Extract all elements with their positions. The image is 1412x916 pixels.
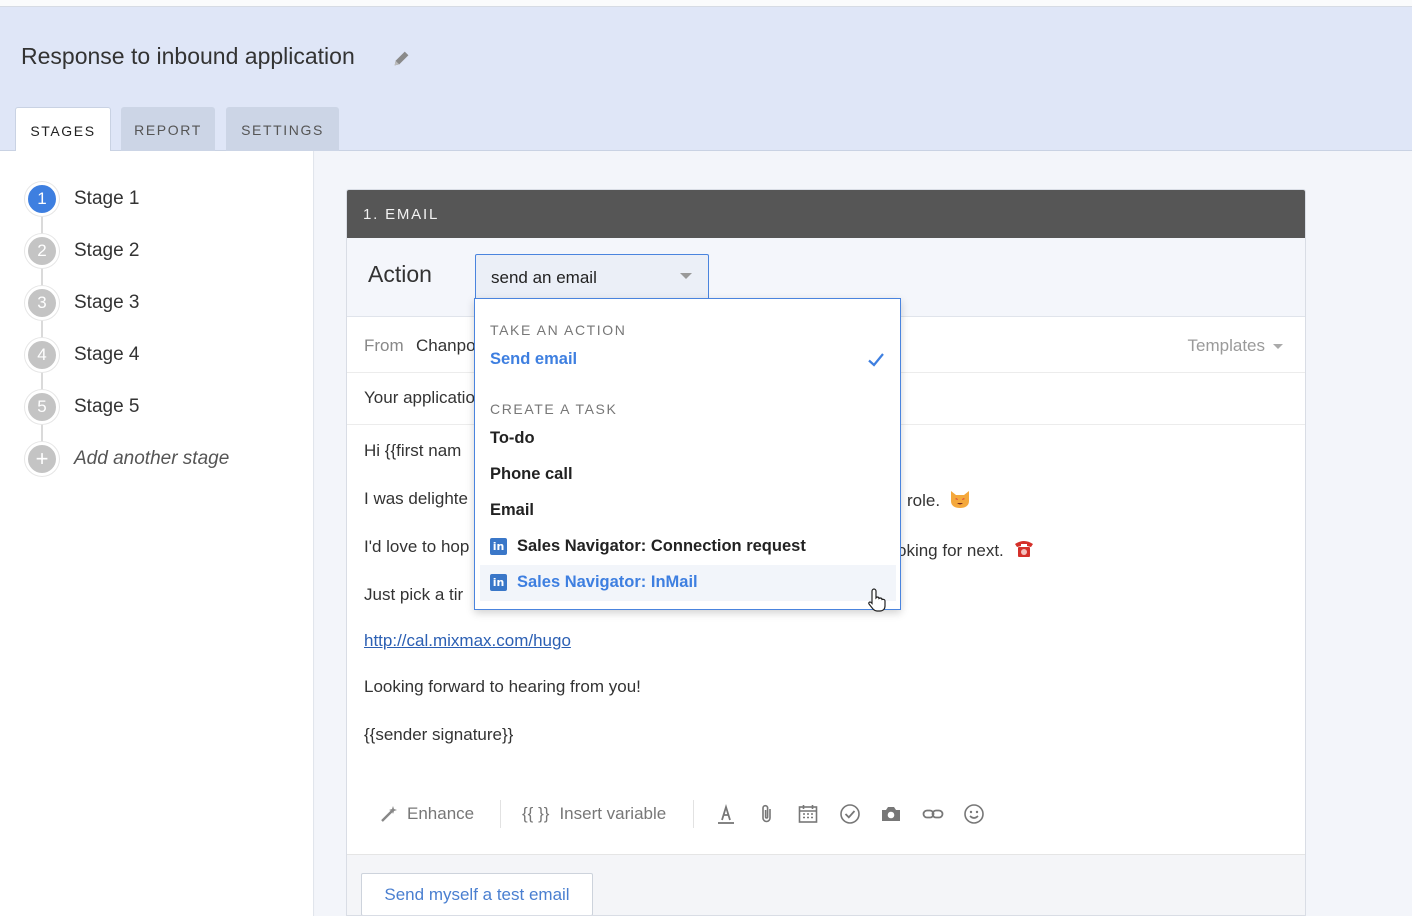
stage-label: Stage 3 <box>74 292 140 313</box>
tab-stages[interactable]: STAGES <box>15 107 111 152</box>
stage-label: Stage 4 <box>74 344 140 365</box>
calendar-link[interactable]: http://cal.mixmax.com/hugo <box>364 631 571 650</box>
window-top-strip <box>0 0 1412 7</box>
body-line-delighted[interactable]: I was delighte <box>364 489 468 509</box>
action-select-value: send an email <box>491 268 597 287</box>
insert-variable-label: Insert variable <box>559 804 667 823</box>
menu-item-todo[interactable]: To-do <box>490 429 535 448</box>
stage-number-badge: 1 <box>25 182 59 216</box>
stage-number-badge: 3 <box>25 286 59 320</box>
checkmark-icon <box>868 353 884 367</box>
action-label: Action <box>368 261 432 287</box>
stage-label: Stage 2 <box>74 240 140 261</box>
body-line-link[interactable]: http://cal.mixmax.com/hugo <box>364 631 571 651</box>
subject-field[interactable]: Your applicatio <box>364 388 475 408</box>
stage-label: Stage 5 <box>74 396 140 417</box>
calendar-icon[interactable] <box>796 802 820 826</box>
linkedin-icon: in <box>490 574 507 591</box>
tab-report[interactable]: REPORT <box>121 107 215 151</box>
body-line-closing[interactable]: Looking forward to hearing from you! <box>364 677 641 697</box>
linkedin-icon: in <box>490 538 507 555</box>
stage-number-badge: 2 <box>25 234 59 268</box>
pencil-icon[interactable] <box>391 47 413 69</box>
enhance-button[interactable]: Enhance <box>379 804 474 824</box>
dropdown-section-heading: CREATE A TASK <box>490 401 618 417</box>
stage-number-badge: 4 <box>25 338 59 372</box>
editor-toolbar: Enhance {{ }} Insert variable <box>347 790 1305 840</box>
menu-item-send-email[interactable]: Send email <box>490 350 577 369</box>
telephone-emoji-icon <box>1014 541 1033 557</box>
braces-icon: {{ }} <box>522 804 550 823</box>
cat-emoji-icon <box>950 491 969 508</box>
menu-item-email-task[interactable]: Email <box>490 501 534 520</box>
chevron-down-icon <box>680 273 692 279</box>
enhance-label: Enhance <box>407 804 475 823</box>
from-value[interactable]: Chanpo <box>416 336 476 356</box>
stage-item-3[interactable]: 3 Stage 3 <box>25 286 140 320</box>
stage-item-4[interactable]: 4 Stage 4 <box>25 338 140 372</box>
stage-item-2[interactable]: 2 Stage 2 <box>25 234 140 268</box>
templates-dropdown[interactable]: Templates <box>1188 336 1283 356</box>
stage-label: Stage 1 <box>74 188 140 209</box>
body-text-fragment: role. <box>907 491 941 510</box>
body-line-greeting[interactable]: Hi {{first nam <box>364 441 461 461</box>
plus-icon: + <box>25 442 59 476</box>
body-text-fragment: oking for next. <box>897 541 1004 560</box>
templates-label: Templates <box>1187 336 1265 355</box>
stage-item-1[interactable]: 1 Stage 1 <box>25 182 140 216</box>
from-label: From <box>364 336 404 355</box>
add-stage-label: Add another stage <box>74 448 230 469</box>
font-color-icon[interactable] <box>714 802 738 826</box>
magic-wand-icon <box>381 806 397 822</box>
dropdown-section-heading: TAKE AN ACTION <box>490 322 627 338</box>
action-select[interactable]: send an email <box>475 254 709 300</box>
toolbar-divider <box>500 800 501 828</box>
page-header: Response to inbound application STAGES R… <box>0 7 1412 152</box>
camera-icon[interactable] <box>879 802 903 826</box>
toolbar-divider <box>693 800 694 828</box>
add-stage-button[interactable]: + Add another stage <box>25 442 229 476</box>
stage-item-5[interactable]: 5 Stage 5 <box>25 390 140 424</box>
body-line-signature[interactable]: {{sender signature}} <box>364 725 513 745</box>
card-footer: Send myself a test email <box>347 854 1305 915</box>
body-line-role[interactable]: role. <box>907 489 971 511</box>
body-line-next[interactable]: oking for next. <box>897 537 1035 561</box>
menu-item-sn-inmail[interactable]: in Sales Navigator: InMail <box>490 573 698 592</box>
stages-sidebar: 1 Stage 1 2 Stage 2 3 Stage 3 4 Stage 4 … <box>0 151 314 916</box>
tab-settings[interactable]: SETTINGS <box>226 107 339 151</box>
page-title: Response to inbound application <box>21 43 355 69</box>
chevron-down-icon <box>1273 344 1283 350</box>
hand-cursor-icon <box>868 588 886 612</box>
stage-number-badge: 5 <box>25 390 59 424</box>
body-line-hope[interactable]: I'd love to hop <box>364 537 469 557</box>
action-dropdown-menu: TAKE AN ACTION Send email CREATE A TASK … <box>474 298 901 610</box>
link-icon[interactable] <box>921 802 945 826</box>
body-line-pick-time[interactable]: Just pick a tir <box>364 585 463 605</box>
emoji-icon[interactable] <box>962 802 986 826</box>
checkmark-icon[interactable] <box>838 802 862 826</box>
attachment-icon[interactable] <box>755 802 779 826</box>
menu-item-sn-connection[interactable]: in Sales Navigator: Connection request <box>490 537 806 556</box>
menu-item-label: Sales Navigator: InMail <box>517 573 698 591</box>
card-header: 1. EMAIL <box>347 190 1305 238</box>
insert-variable-button[interactable]: {{ }} Insert variable <box>522 804 666 824</box>
send-test-email-button[interactable]: Send myself a test email <box>361 873 593 915</box>
menu-item-label: Sales Navigator: Connection request <box>517 537 806 555</box>
menu-item-phone-call[interactable]: Phone call <box>490 465 573 484</box>
